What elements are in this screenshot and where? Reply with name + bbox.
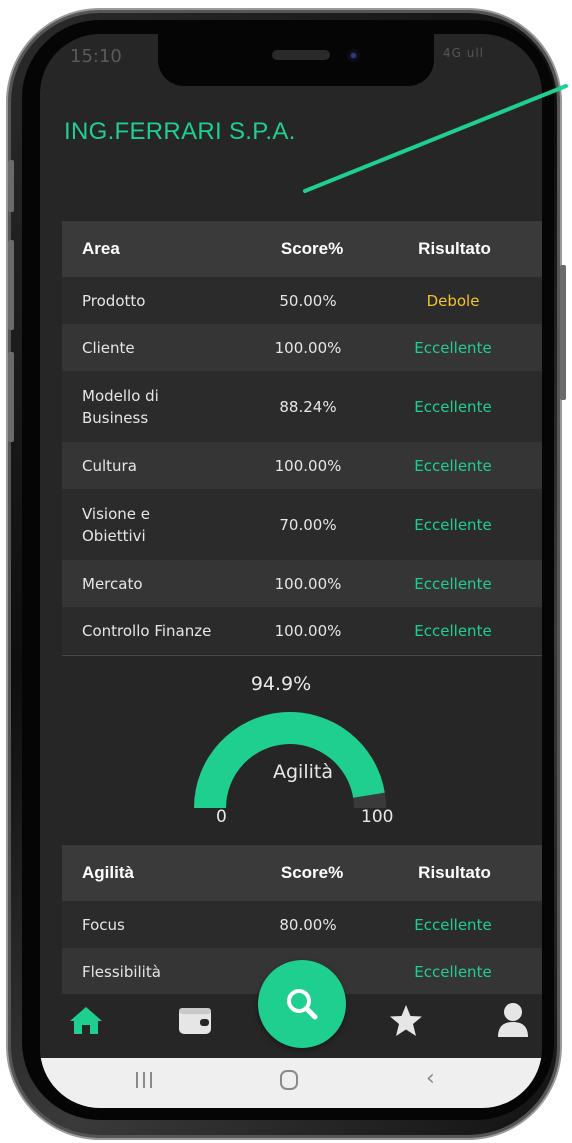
device-mockup: 15:10 4G ull ING.FERRARI S.P.A. Area Sco… [0,0,572,1143]
annotation-line [303,84,568,193]
